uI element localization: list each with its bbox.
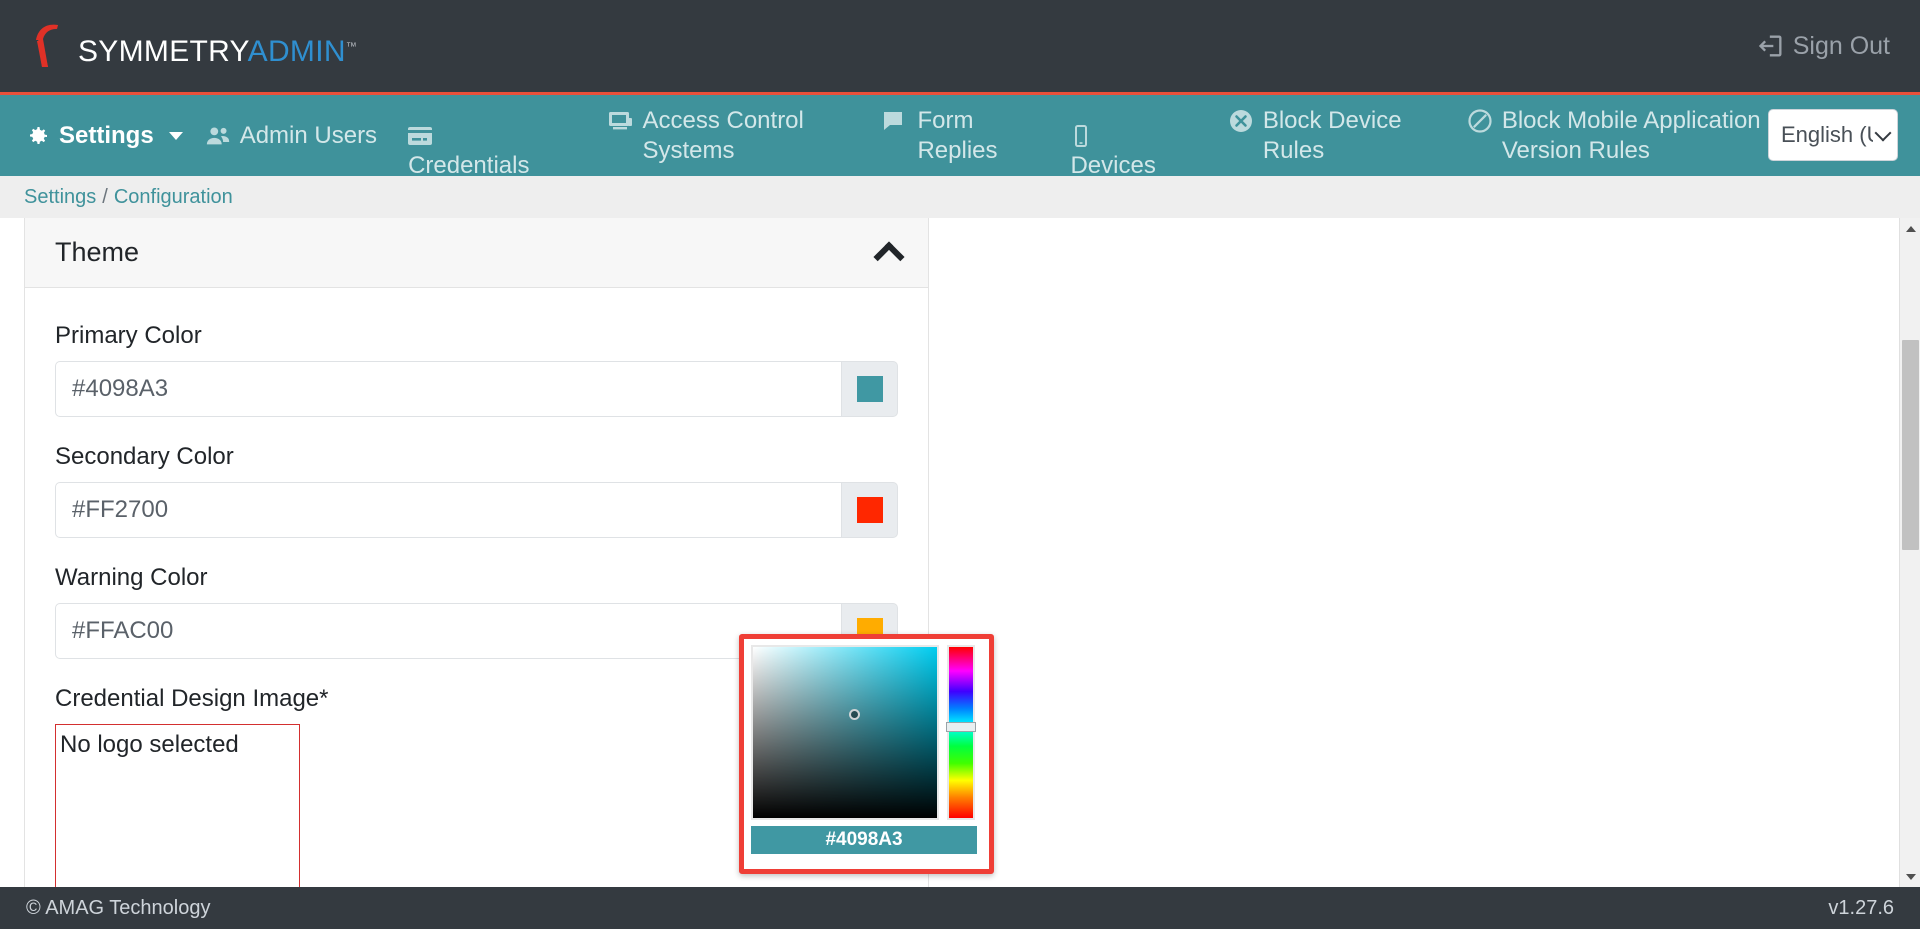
nav-item-form-replies[interactable]: Form Replies <box>882 106 1029 165</box>
content-area: Theme Primary Color Secondary Color <box>0 218 1920 887</box>
secondary-color-swatch-chip <box>856 497 883 523</box>
nav-label-form-replies: Form Replies <box>917 107 998 164</box>
nav-label-access-control-systems: Access Control Systems <box>642 107 804 164</box>
brand-trademark: ™ <box>345 41 358 53</box>
top-bar: SYMMETRYADMIN™ Sign Out <box>0 0 1920 92</box>
vertical-scrollbar-thumb[interactable] <box>1902 340 1919 550</box>
language-select-value: English (US <box>1781 122 1873 147</box>
theme-panel-header: Theme <box>25 218 928 288</box>
color-picker-controls <box>751 645 982 820</box>
chevron-up-icon[interactable] <box>873 240 905 273</box>
breadcrumb-separator: / <box>102 185 108 208</box>
brand-admin-text: ADMIN <box>247 35 346 68</box>
breadcrumb-item-settings[interactable]: Settings <box>24 186 96 209</box>
nav-item-admin-users[interactable]: Admin Users <box>205 121 399 151</box>
mobile-device-icon <box>1073 121 1089 151</box>
form-reply-icon <box>882 106 908 136</box>
saturation-value-cursor[interactable] <box>849 709 860 720</box>
primary-color-swatch-button[interactable] <box>842 361 898 417</box>
label-primary-color: Primary Color <box>55 322 202 349</box>
color-picker-popover[interactable]: #4098A3 <box>739 634 994 874</box>
value-gradient-overlay <box>753 647 937 818</box>
nav-label-settings: Settings <box>59 121 154 149</box>
footer-copyright: © AMAG Technology <box>26 896 211 919</box>
nav-item-block-device-rules[interactable]: Block Device Rules <box>1228 106 1445 165</box>
nav-item-devices[interactable]: Devices <box>1070 121 1205 179</box>
primary-color-swatch-chip <box>856 376 883 402</box>
input-group-primary-color <box>55 361 898 417</box>
field-secondary-color: Secondary Color <box>55 443 898 538</box>
sign-out-button[interactable]: Sign Out <box>1757 32 1890 61</box>
field-primary-color: Primary Color <box>55 322 898 417</box>
credential-card-icon <box>407 121 433 151</box>
credential-design-image-dropzone[interactable]: No logo selected <box>55 724 300 887</box>
secondary-color-input[interactable] <box>55 482 842 538</box>
nav-label-admin-users: Admin Users <box>239 121 378 149</box>
credential-design-image-status: No logo selected <box>60 731 239 758</box>
breadcrumb-item-configuration[interactable]: Configuration <box>114 186 233 209</box>
symmetry-eagle-logo-icon <box>28 20 76 72</box>
nav-item-access-control-systems[interactable]: Access Control Systems <box>607 106 864 165</box>
main-navigation: Settings Admin Users Credentials Access … <box>0 92 1920 179</box>
nav-item-settings[interactable]: Settings <box>26 121 205 151</box>
vertical-scrollbar[interactable] <box>1899 218 1920 887</box>
hue-slider[interactable] <box>946 645 976 820</box>
footer-version: v1.27.6 <box>1828 896 1894 919</box>
hue-slider-handle[interactable] <box>946 722 976 732</box>
warning-color-input[interactable] <box>55 603 842 659</box>
sign-out-icon <box>1757 32 1785 60</box>
footer: © AMAG Technology v1.27.6 <box>0 887 1920 929</box>
app-root: SYMMETRYADMIN™ Sign Out Settings Admin U… <box>0 0 1920 929</box>
chevron-down-icon <box>1874 124 1892 141</box>
access-control-icon <box>607 106 633 136</box>
theme-panel-title: Theme <box>55 237 140 267</box>
secondary-color-swatch-button[interactable] <box>842 482 898 538</box>
nav-items-container: Settings Admin Users Credentials Access … <box>0 95 1920 179</box>
input-group-secondary-color <box>55 482 898 538</box>
color-picker-preview-bar: #4098A3 <box>751 826 977 854</box>
scroll-down-arrow-icon[interactable] <box>1900 866 1920 887</box>
gear-icon <box>26 121 50 151</box>
brand-wordmark: SYMMETRYADMIN™ <box>78 37 357 67</box>
chevron-down-icon <box>168 131 183 140</box>
scroll-up-arrow-icon[interactable] <box>1900 218 1920 239</box>
nav-label-block-device-rules: Block Device Rules <box>1262 107 1402 164</box>
primary-color-input[interactable] <box>55 361 842 417</box>
color-picker-hex-value: #4098A3 <box>825 829 903 850</box>
right-blank-panel <box>930 218 1890 887</box>
brand-logo-group: SYMMETRYADMIN™ <box>28 20 357 72</box>
language-select[interactable]: English (US <box>1768 109 1898 161</box>
label-warning-color: Warning Color <box>55 564 208 591</box>
block-slash-icon <box>1467 106 1493 136</box>
sign-out-label: Sign Out <box>1792 31 1890 60</box>
breadcrumb: Settings / Configuration <box>0 176 1920 218</box>
nav-item-credentials[interactable]: Credentials <box>399 121 585 179</box>
label-secondary-color: Secondary Color <box>55 443 234 470</box>
block-x-icon <box>1228 106 1254 136</box>
brand-symmetry-text: SYMMETRY <box>78 35 248 68</box>
saturation-value-area[interactable] <box>751 645 939 820</box>
users-icon <box>205 121 231 151</box>
